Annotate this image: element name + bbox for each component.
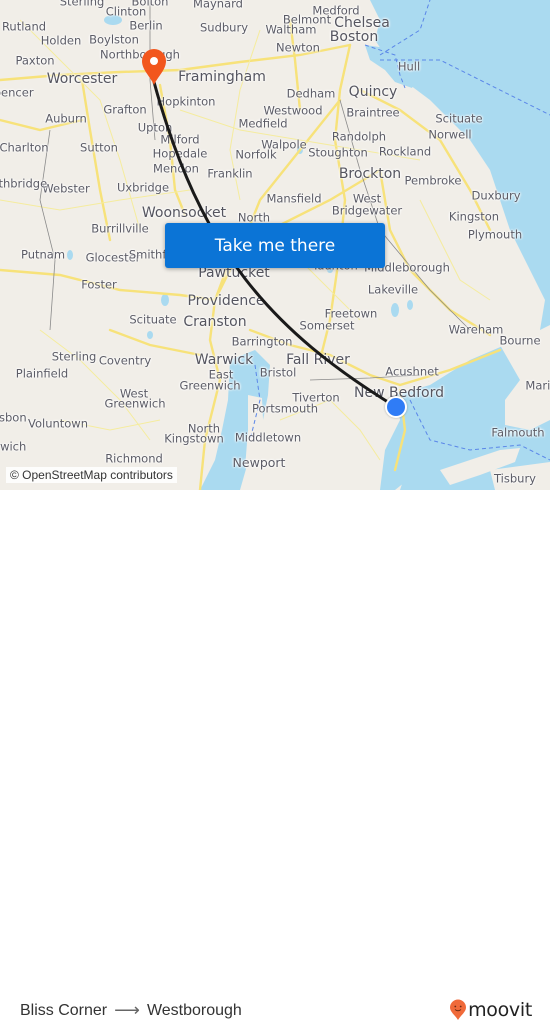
destination-pin-icon[interactable] <box>140 48 168 86</box>
moovit-logo[interactable]: moovit <box>449 999 532 1021</box>
destination-name: Westborough <box>146 1001 242 1019</box>
moovit-pin-icon <box>450 999 467 1020</box>
map-attribution[interactable]: © OpenStreetMap contributors <box>6 467 177 483</box>
moovit-wordmark: moovit <box>468 999 532 1021</box>
origin-name: Bliss Corner <box>20 1001 108 1019</box>
arrow-right-icon: ⟶ <box>114 1000 140 1020</box>
footer-bar: Bliss Corner ⟶ Westborough moovit <box>0 490 550 1021</box>
take-me-there-button[interactable]: Take me there <box>165 223 385 268</box>
map-view[interactable]: Sterling Bolton Maynard Medford Clinton Belmo… <box>0 0 550 490</box>
route-summary: Bliss Corner ⟶ Westborough <box>20 1000 242 1021</box>
origin-marker[interactable] <box>385 396 407 418</box>
